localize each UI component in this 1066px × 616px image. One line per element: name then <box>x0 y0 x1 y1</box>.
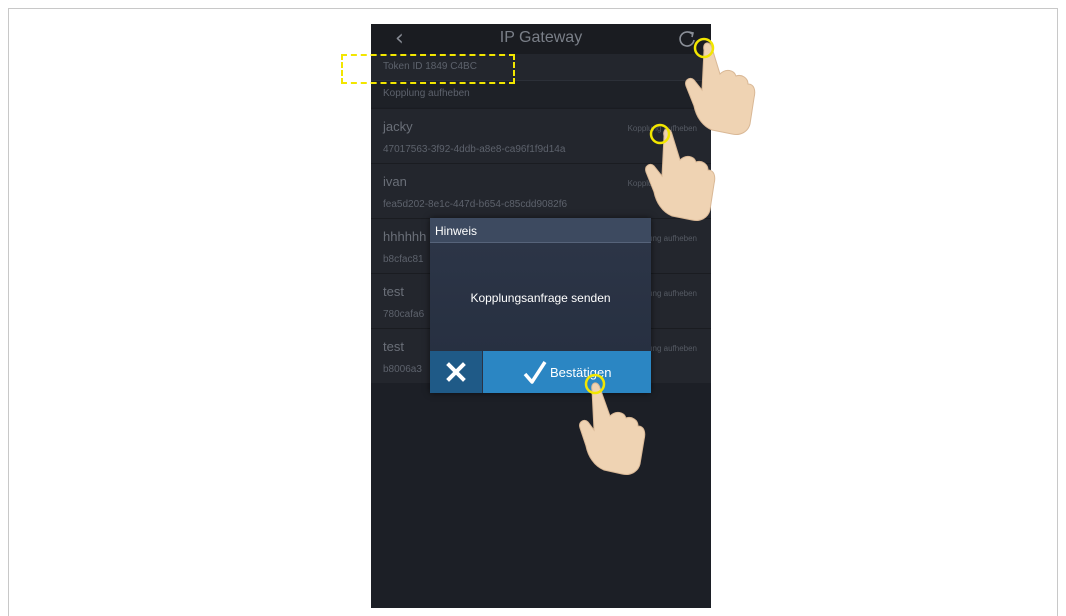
device-name: jacky <box>383 119 413 134</box>
unpair-all-label: Kopplung aufheben <box>383 88 470 99</box>
cancel-button[interactable] <box>430 351 482 393</box>
device-uuid: 780cafa6 <box>383 309 425 320</box>
device-uuid: 47017563-3f92-4ddb-a8e8-ca96f1f9d14a <box>383 144 566 155</box>
pointing-hand-icon <box>579 373 646 475</box>
dialog-body: Kopplungsanfrage senden <box>430 243 651 351</box>
unpair-all-row[interactable]: Kopplung aufheben <box>371 81 711 107</box>
device-uuid: b8cfac81 <box>383 254 424 265</box>
device-name: ivan <box>383 174 407 189</box>
close-icon <box>446 362 466 382</box>
pointing-hand-icon <box>645 123 716 221</box>
phone-screen: ‹ IP Gateway Token ID 1849 C4BC Kopplung… <box>371 24 711 608</box>
confirm-dialog: Hinweis Kopplungsanfrage senden Bestätig… <box>430 218 651 393</box>
device-name: hhhhhh <box>383 229 427 244</box>
page-title: IP Gateway <box>499 29 583 46</box>
token-id-highlight <box>341 54 515 84</box>
device-uuid: fea5d202-8e1c-447d-b654-c85cdd9082f6 <box>383 199 568 210</box>
dialog-message: Kopplungsanfrage senden <box>470 291 611 305</box>
dialog-title: Hinweis <box>435 224 478 238</box>
nav-bar: ‹ IP Gateway <box>371 24 711 54</box>
checkmark-icon <box>523 361 547 384</box>
device-uuid: b8006a3 <box>383 364 422 375</box>
device-name: test <box>383 339 404 354</box>
dialog-header: Hinweis <box>430 218 651 243</box>
device-name: test <box>383 284 404 299</box>
